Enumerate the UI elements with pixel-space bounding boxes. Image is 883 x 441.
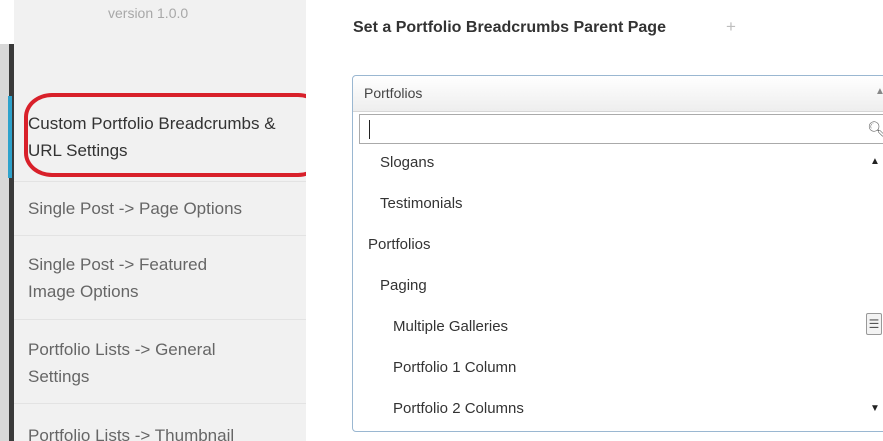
- option-portfolio-1-column[interactable]: Portfolio 1 Column: [393, 359, 516, 399]
- sidebar-item-portfolio-lists-general[interactable]: Portfolio Lists -> General Settings: [14, 320, 306, 404]
- plus-icon[interactable]: +: [726, 17, 736, 37]
- scroll-up-icon[interactable]: ▲: [870, 156, 880, 167]
- options-scrollbar[interactable]: ▲ ☰ ▼: [862, 148, 883, 428]
- option-paging[interactable]: Paging: [380, 277, 427, 317]
- sidebar-item-label: Portfolio Lists -> Thumbnail: [28, 426, 235, 441]
- text-caret: [369, 120, 370, 139]
- option-slogans[interactable]: Slogans: [380, 154, 434, 194]
- sidebar-item-label: Single Post -> Page Options: [28, 199, 243, 218]
- settings-main: Set a Portfolio Breadcrumbs Parent Page …: [306, 0, 883, 441]
- select-header[interactable]: Portfolios ▲: [353, 76, 883, 112]
- option-testimonials[interactable]: Testimonials: [380, 195, 463, 235]
- select-search-input[interactable]: 🔍︎: [359, 114, 883, 144]
- option-portfolio-2-columns[interactable]: Portfolio 2 Columns: [393, 400, 524, 440]
- chevron-up-icon[interactable]: ▲: [875, 86, 883, 97]
- screen: version 1.0.0 Custom Portfolio Breadcrum…: [0, 0, 883, 441]
- search-icon: 🔍︎: [867, 121, 883, 138]
- option-multiple-galleries[interactable]: Multiple Galleries: [393, 318, 508, 358]
- highlight-annotation: [24, 93, 326, 177]
- sidebar-item-label: Portfolio Lists -> General Settings: [28, 340, 216, 386]
- sidebar-item-single-post-page-options[interactable]: Single Post -> Page Options: [14, 182, 306, 236]
- sidebar-item-label: Single Post -> Featured Image Options: [28, 255, 208, 301]
- setting-title: Set a Portfolio Breadcrumbs Parent Page: [353, 19, 666, 36]
- sidebar-item-single-post-featured-image[interactable]: Single Post -> Featured Image Options: [14, 236, 306, 320]
- active-indicator: [8, 96, 12, 178]
- parent-page-select[interactable]: Portfolios ▲ 🔍︎ Slogans Testimonials Por…: [352, 75, 883, 432]
- option-portfolios[interactable]: Portfolios: [368, 236, 431, 276]
- selected-value: Portfolios: [364, 85, 423, 101]
- scroll-down-icon[interactable]: ▼: [870, 403, 880, 414]
- sidebar-item-portfolio-lists-thumbnail[interactable]: Portfolio Lists -> Thumbnail: [14, 404, 306, 441]
- scroll-thumb[interactable]: ☰: [866, 313, 882, 335]
- version-label: version 1.0.0: [108, 5, 189, 21]
- window-edge: [0, 0, 14, 441]
- settings-sidebar: version 1.0.0 Custom Portfolio Breadcrum…: [8, 0, 326, 441]
